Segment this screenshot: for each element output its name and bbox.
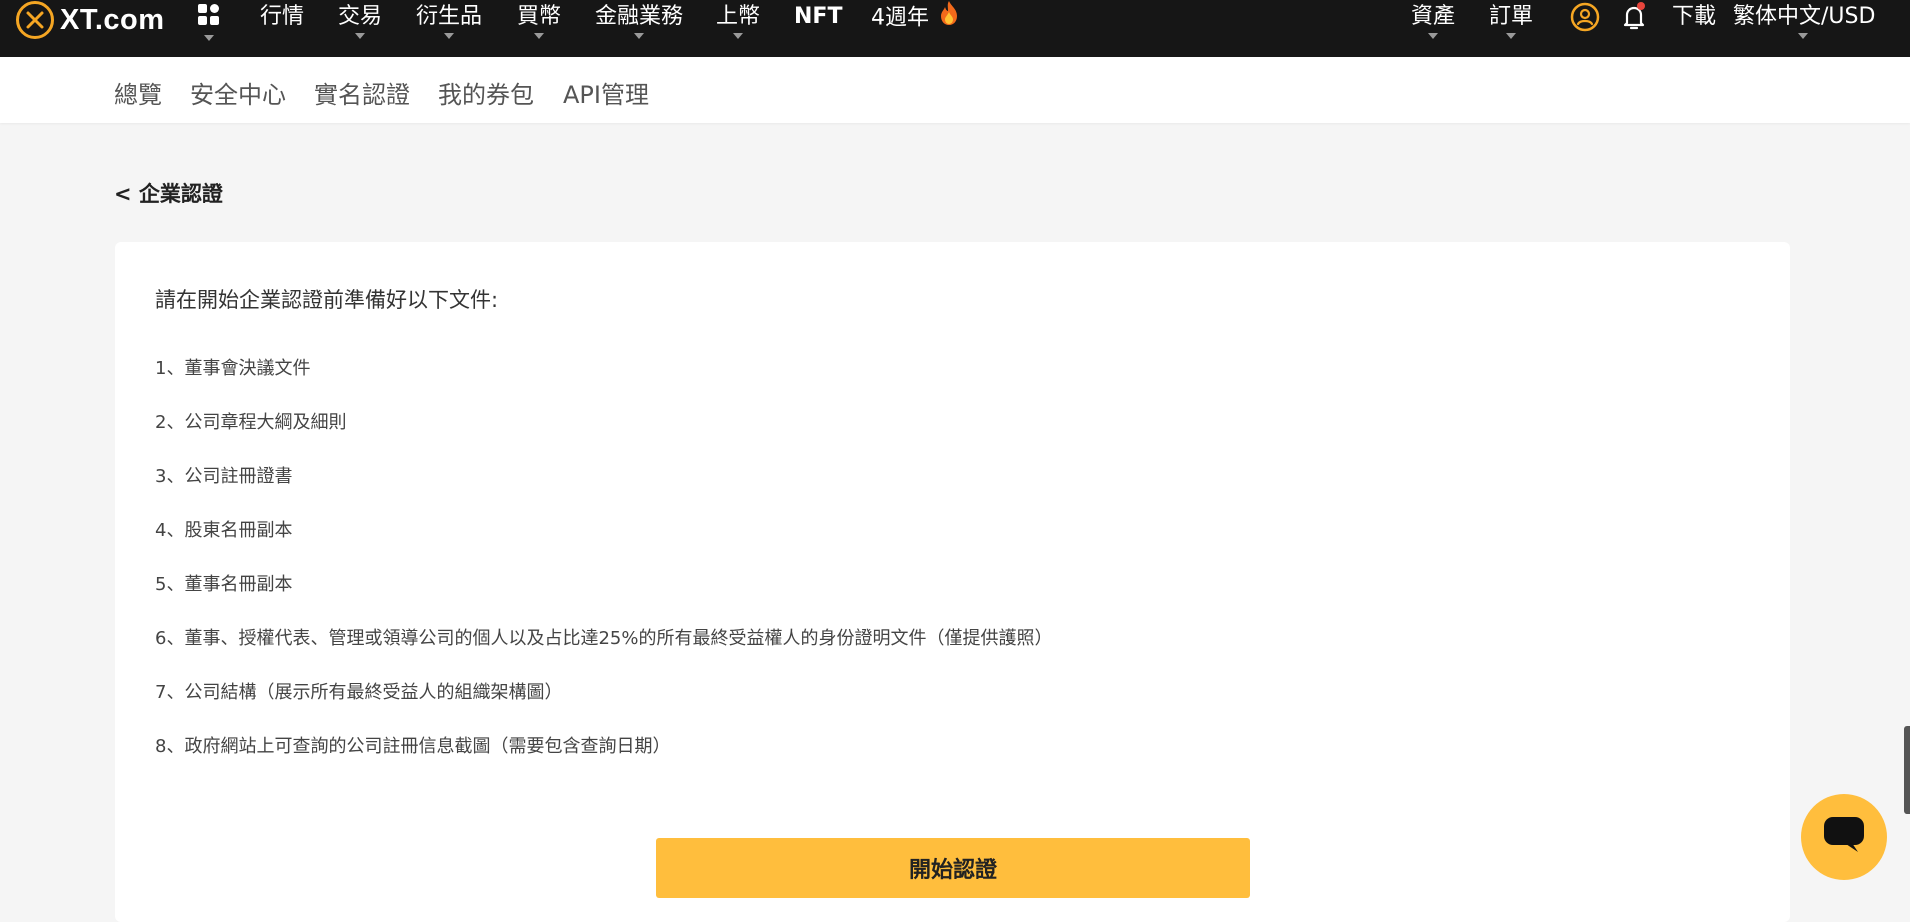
back-to-enterprise-verification[interactable]: < 企業認證 — [114, 178, 223, 208]
nav-market[interactable]: 行情 — [260, 0, 304, 40]
tab-overview[interactable]: 總覽 — [114, 83, 162, 107]
nav-label: 金融業務 — [595, 4, 684, 29]
chevron-down-icon — [204, 35, 214, 41]
nav-trade[interactable]: 交易 — [338, 0, 382, 40]
logo[interactable]: XT.com — [16, 0, 165, 40]
side-scroll-handle[interactable] — [1904, 726, 1910, 814]
chevron-down-icon — [1428, 33, 1438, 39]
list-item: 4、股東名冊副本 — [155, 520, 293, 541]
nav-label: 買幣 — [517, 4, 562, 29]
tab-security-center[interactable]: 安全中心 — [190, 83, 286, 107]
chevron-down-icon — [534, 33, 544, 39]
nav-label: 繁体中文/USD — [1733, 4, 1876, 29]
list-item: 3、公司註冊證書 — [155, 466, 293, 487]
nav-label: 衍生品 — [416, 4, 483, 29]
chevron-down-icon — [634, 33, 644, 39]
nav-buy-crypto[interactable]: 買幣 — [517, 0, 561, 40]
list-item: 8、政府網站上可查詢的公司註冊信息截圖（需要包含查詢日期） — [155, 736, 671, 757]
nav-derivatives[interactable]: 衍生品 — [416, 0, 482, 40]
fire-icon — [938, 0, 960, 37]
nav-label: 行情 — [260, 4, 305, 29]
tab-api-management[interactable]: API管理 — [563, 83, 649, 107]
language-currency-select[interactable]: 繁体中文/USD — [1733, 0, 1875, 40]
nav-orders[interactable]: 訂單 — [1489, 0, 1533, 40]
chevron-down-icon — [444, 33, 454, 39]
list-item: 6、董事、授權代表、管理或領導公司的個人以及占比達25%的所有最終受益權人的身份… — [155, 628, 1053, 649]
chevron-down-icon — [733, 33, 743, 39]
nav-label: 交易 — [338, 4, 383, 29]
nav-nft[interactable]: NFT — [794, 0, 842, 40]
nav-assets[interactable]: 資產 — [1411, 0, 1455, 40]
chat-support-button[interactable] — [1801, 794, 1887, 880]
nav-label: NFT — [794, 4, 843, 29]
list-item: 1、董事會決議文件 — [155, 358, 311, 379]
logo-text: XT.com — [60, 3, 165, 36]
list-item: 7、公司結構（展示所有最終受益人的組織架構圖） — [155, 682, 563, 703]
tab-identity-verification[interactable]: 實名認證 — [314, 83, 410, 107]
start-verification-button[interactable]: 開始認證 — [656, 838, 1250, 898]
tab-my-vouchers[interactable]: 我的券包 — [438, 83, 534, 107]
nav-label: 下載 — [1672, 4, 1717, 29]
list-item: 5、董事名冊副本 — [155, 574, 293, 595]
document-requirements-card: 請在開始企業認證前準備好以下文件: 1、董事會決議文件 2、公司章程大綱及細則 … — [115, 242, 1790, 922]
xt-logo-icon — [16, 1, 54, 39]
nav-listing[interactable]: 上幣 — [716, 0, 760, 40]
chevron-down-icon — [1506, 33, 1516, 39]
user-icon[interactable] — [1570, 2, 1600, 42]
nav-download[interactable]: 下載 — [1672, 0, 1716, 40]
nav-label: 上幣 — [716, 4, 761, 29]
chat-bubble-icon — [1822, 815, 1866, 859]
nav-label: 資產 — [1411, 4, 1456, 29]
bell-icon[interactable] — [1619, 2, 1649, 42]
nav-label: 4週年 — [871, 5, 929, 31]
intro-text: 請在開始企業認證前準備好以下文件: — [155, 288, 499, 312]
top-navbar: XT.com 行情 交易 衍生品 買幣 金融業務 上幣 NFT 4週年 資產 訂… — [0, 0, 1910, 57]
apps-menu-icon[interactable] — [196, 2, 222, 41]
account-subnav: 總覽 安全中心 實名認證 我的券包 API管理 — [0, 57, 1910, 123]
nav-anniversary[interactable]: 4週年 — [871, 0, 960, 40]
nav-label: 訂單 — [1489, 4, 1534, 29]
nav-finance[interactable]: 金融業務 — [595, 0, 683, 40]
list-item: 2、公司章程大綱及細則 — [155, 412, 347, 433]
chevron-down-icon — [355, 33, 365, 39]
chevron-down-icon — [1798, 33, 1808, 39]
